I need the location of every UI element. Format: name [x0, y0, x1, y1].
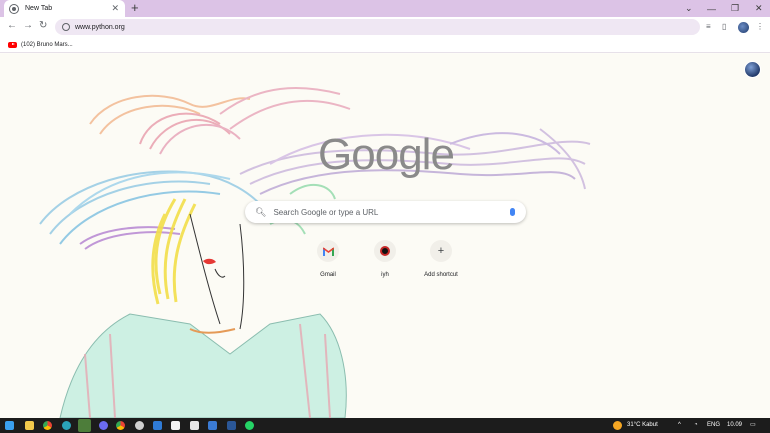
- whatsapp-icon[interactable]: [245, 421, 254, 430]
- chrome-profile-icon[interactable]: [116, 421, 125, 430]
- shortcut-label: Add shortcut: [424, 272, 458, 278]
- close-window-button[interactable]: ✕: [755, 0, 763, 17]
- language-indicator[interactable]: ENG: [707, 420, 720, 431]
- add-shortcut-button[interactable]: + Add shortcut: [411, 240, 471, 278]
- weather-text[interactable]: 31°C Kabut: [627, 420, 658, 431]
- bookmark-item[interactable]: (102) Bruno Mars...: [21, 42, 73, 48]
- windows-taskbar: 31°C Kabut ^ ◔ ENG 10.09 ▭: [0, 418, 770, 433]
- settings-icon[interactable]: [135, 421, 144, 430]
- site-icon: [374, 240, 396, 262]
- reload-icon[interactable]: ↻: [39, 20, 47, 31]
- back-icon[interactable]: ←: [7, 20, 17, 31]
- gmail-icon: [317, 240, 339, 262]
- vscode-icon[interactable]: [153, 421, 162, 430]
- search-input[interactable]: Search Google or type a URL: [273, 208, 510, 217]
- new-tab-button[interactable]: +: [131, 1, 139, 15]
- youtube-icon: [8, 41, 17, 48]
- start-windows-icon[interactable]: [5, 421, 14, 430]
- discord-icon[interactable]: [99, 421, 108, 430]
- weather-icon: [613, 421, 622, 430]
- tab-title: New Tab: [25, 5, 53, 12]
- shortcut-label: Gmail: [320, 272, 336, 278]
- tab-new-tab[interactable]: New Tab ✕: [4, 0, 125, 17]
- chrome-icon[interactable]: [43, 421, 52, 430]
- notepad-icon[interactable]: [171, 421, 180, 430]
- new-tab-page: Google 🔍︎ Search Google or type a URL Gm…: [0, 54, 770, 418]
- media-controls-icon[interactable]: ≡: [706, 22, 711, 31]
- google-logo: Google: [318, 130, 455, 179]
- shortcut-label: iyh: [381, 272, 389, 278]
- word-icon[interactable]: [227, 421, 236, 430]
- search-box[interactable]: 🔍︎ Search Google or type a URL: [245, 201, 526, 223]
- shortcut-gmail[interactable]: Gmail: [298, 240, 358, 278]
- profile-avatar[interactable]: [744, 61, 761, 78]
- browser-toolbar: ← → ↻ www.python.org ≡ ▯ ⋮: [0, 17, 770, 37]
- more-menu-icon[interactable]: ⋮: [756, 22, 764, 31]
- minimize-button[interactable]: —: [707, 0, 716, 17]
- plus-icon: +: [430, 240, 452, 262]
- site-info-icon[interactable]: [62, 23, 70, 31]
- shortcut-iyh[interactable]: iyh: [355, 240, 415, 278]
- bookmarks-bar: (102) Bruno Mars...: [0, 37, 770, 53]
- search-icon: 🔍︎: [255, 206, 267, 217]
- edge-icon[interactable]: [62, 421, 71, 430]
- tab-close-icon[interactable]: ✕: [111, 4, 119, 13]
- restore-button[interactable]: ❐: [731, 0, 739, 17]
- file-explorer-icon[interactable]: [25, 421, 34, 430]
- profile-avatar-small[interactable]: [738, 22, 749, 33]
- tab-search-icon[interactable]: ⌄: [685, 0, 693, 17]
- tray-chevron-icon[interactable]: ^: [678, 420, 681, 431]
- chrome-favicon-icon: [10, 4, 18, 13]
- side-panel-icon[interactable]: ▯: [722, 22, 726, 31]
- network-icon[interactable]: ◔: [694, 420, 698, 431]
- microphone-icon[interactable]: [510, 208, 515, 216]
- notification-icon[interactable]: ▭: [750, 420, 756, 431]
- forward-icon[interactable]: →: [23, 20, 33, 31]
- tab-strip: New Tab ✕ + ⌄ — ❐ ✕: [0, 0, 770, 17]
- photos-icon[interactable]: [208, 421, 217, 430]
- document-icon[interactable]: [190, 421, 199, 430]
- minecraft-icon[interactable]: [78, 419, 91, 432]
- background-artwork: [39, 87, 591, 418]
- address-bar[interactable]: www.python.org: [55, 19, 700, 35]
- address-url[interactable]: www.python.org: [75, 24, 125, 31]
- clock[interactable]: 10.09: [727, 420, 742, 431]
